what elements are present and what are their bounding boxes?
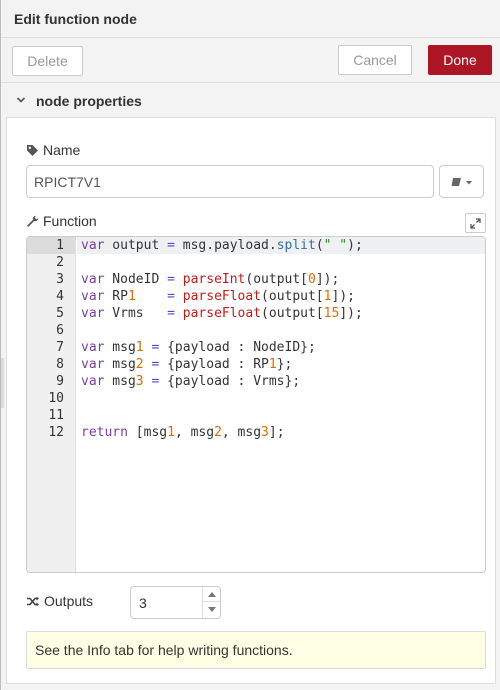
code-lines: 1 var output = msg.payload.split(" "); 2 3 v… [27, 237, 485, 441]
line-number: 3 [56, 272, 64, 287]
outputs-label: Outputs [44, 593, 94, 609]
node-properties-header[interactable]: node properties [6, 84, 496, 118]
code-line: 11 [27, 407, 485, 424]
wrench-icon [27, 215, 39, 227]
edit-tray: Edit function node Delete Cancel Done no… [0, 0, 500, 690]
tag-icon [27, 144, 38, 156]
caret-down-icon [207, 607, 216, 612]
line-number: 7 [56, 340, 64, 355]
resize-handle[interactable] [1, 358, 4, 408]
dialog-title: Edit function node [14, 11, 137, 27]
book-icon [451, 177, 472, 186]
section-label: node properties [36, 93, 142, 109]
line-code: return [msg1, msg2, msg3]; [81, 425, 285, 440]
cancel-button[interactable]: Cancel [338, 45, 412, 75]
code-line: 10 [27, 390, 485, 407]
name-input[interactable]: RPICT7V1 [26, 165, 434, 198]
dialog-toolbar: Delete Cancel Done [1, 38, 500, 83]
name-label: Name [43, 142, 81, 158]
line-number: 1 [56, 238, 64, 253]
line-code: var msg2 = {payload : RP1}; [81, 357, 293, 372]
line-number: 12 [48, 425, 64, 440]
line-code: var Vrms = parseFloat(output[15]); [81, 306, 363, 321]
code-line: 2 [27, 254, 485, 271]
line-code: var msg3 = {payload : Vrms}; [81, 374, 301, 389]
code-editor[interactable]: 1 var output = msg.payload.split(" "); 2 3 v… [26, 236, 486, 573]
done-button[interactable]: Done [428, 45, 492, 75]
stepper-arrows [202, 587, 220, 618]
code-line: 12 return [msg1, msg2, msg3]; [27, 424, 485, 441]
line-code: var msg1 = {payload : NodeID}; [81, 340, 316, 355]
name-label-row: Name [26, 142, 80, 158]
code-line: 7 var msg1 = {payload : NodeID}; [27, 339, 485, 356]
expand-icon [470, 217, 481, 229]
code-line: 6 [27, 322, 485, 339]
line-number: 10 [48, 391, 64, 406]
outputs-stepper[interactable]: 3 [130, 586, 221, 619]
stepper-down-button[interactable] [203, 602, 220, 617]
line-number: 4 [56, 289, 64, 304]
help-tip: See the Info tab for help writing functi… [26, 631, 486, 669]
code-line: 4 var RP1 = parseFloat(output[1]); [27, 288, 485, 305]
line-number: 2 [56, 255, 64, 270]
code-line: 5 var Vrms = parseFloat(output[15]); [27, 305, 485, 322]
chevron-down-icon [16, 97, 26, 103]
code-line: 1 var output = msg.payload.split(" "); [27, 237, 485, 254]
code-line: 8 var msg2 = {payload : RP1}; [27, 356, 485, 373]
delete-button[interactable]: Delete [12, 46, 83, 76]
outputs-label-row: Outputs [26, 593, 93, 609]
expand-editor-button[interactable] [465, 213, 486, 233]
line-number: 9 [56, 374, 64, 389]
function-label: Function [43, 213, 97, 229]
outputs-value: 3 [139, 595, 147, 611]
stepper-up-button[interactable] [203, 587, 220, 602]
line-number: 6 [56, 323, 64, 338]
line-number: 5 [56, 306, 64, 321]
line-code: var RP1 = parseFloat(output[1]); [81, 289, 355, 304]
line-number: 8 [56, 357, 64, 372]
caret-up-icon [207, 591, 216, 597]
code-line: 9 var msg3 = {payload : Vrms}; [27, 373, 485, 390]
shuffle-icon [27, 596, 39, 606]
line-code: var output = msg.payload.split(" "); [81, 238, 363, 253]
line-number: 11 [48, 408, 64, 423]
code-line: 3 var NodeID = parseInt(output[0]); [27, 271, 485, 288]
line-code: var NodeID = parseInt(output[0]); [81, 272, 340, 287]
library-button[interactable] [439, 165, 484, 198]
dialog-header: Edit function node [1, 0, 500, 38]
function-label-row: Function [26, 213, 97, 229]
